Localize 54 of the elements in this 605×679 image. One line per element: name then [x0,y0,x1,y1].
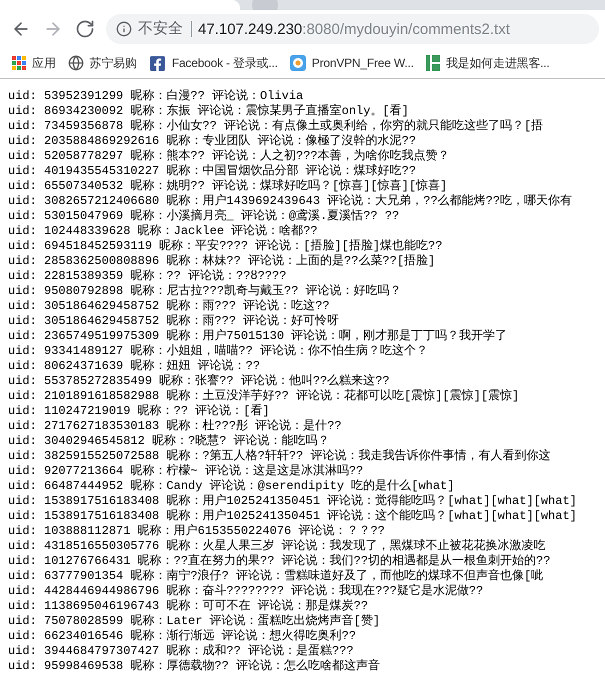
comment-line: uid: 2035884869292616 昵称：专业团队 评论说：像極了沒幹的水泥?? [8,134,418,148]
comment-line: uid: 1538917516183408 昵称：用户1025241350451 评论说：这个能吃吗？[what][what][what] [8,509,578,524]
bookmark[interactable]: PronVPN_Free W... [290,55,414,71]
comment-line: uid: 2365749519975309 昵称：用户75015130 评论说：啊，刚才那是丁丁吗？我开学了 [8,329,508,344]
comment-line: uid: 53015047969 昵称：小溪摘月亮_ 评论说：@鸢溪.夏溪恬?? ?? [8,209,400,224]
comment-line: uid: 92077213664 昵称：柠檬~ 评论说：这是这是冰淇淋吗?? [8,464,364,479]
comment-line: uid: 101276766431 昵称：??直在努力的果?? 评论说：我们??切的相遇都是从一根鱼刺开始的?? [8,554,552,568]
bookmark[interactable]: Facebook - 登录或... [148,54,278,72]
comment-line: uid: 553785272835499 昵称：张謇?? 评论说：他叫??么糕来这?? [8,374,391,389]
comment-line: uid: 102448339628 昵称：Jacklee 评论说：啥都?? [8,224,319,239]
comment-line: uid: 694518452593119 昵称：平安???? 评论说：[捂脸][捂脸]煤也能吃?? [8,239,444,254]
comment-line: uid: 30402946545812 昵称：?晓慧? 评论说：能吃吗？ [8,434,331,449]
bookmark[interactable]: 应用 [12,54,56,72]
comment-line: uid: 75078028599 昵称：Later 评论说：蛋糕吃出烧烤声音[赞] [8,614,382,629]
comment-line: uid: 53952391299 昵称：白漫?? 评论说：Olivia [8,89,304,104]
address-bar[interactable]: 不安全 47.107.249.230:8080/mydouyin/comments2.txt [106,14,599,44]
bookmark[interactable]: 苏宁易购 [68,54,137,72]
comment-line: uid: 3944684797307427 昵称：成和?? 评论说：是蛋糕??? [8,644,355,659]
comment-line: uid: 110247219019 昵称：?? 评论说：[看] [8,404,271,419]
comment-line: uid: 63777901354 昵称：南宁?浪仔? 评论说：雪糕味道好及了，而他吃的煤球不但声音也像[呲 [8,569,544,584]
document-icon [426,55,440,71]
comment-line: uid: 4428446944986796 昵称：奋斗???????? 评论说：我现在???疑它是水泥做?? [8,584,484,599]
comment-line: uid: 3051864629458752 昵称：雨??? 评论说：吃这?? [8,299,331,314]
comment-line: uid: 22815389359 昵称：?? 评论说：??ȣ???? [8,269,288,284]
comment-line: uid: 2858362500808896 昵称：林妹?? 评论说：上面的是??么菜??[捂脸] [8,254,436,269]
comment-line: uid: 103888112871 昵称：用户6153550224076 评论说：？？?? [8,524,386,539]
globe-icon [68,55,84,71]
comment-line: uid: 73459356878 昵称：小仙女?? 评论说：有点像土或奥利给，你穷的就只能吃这些了吗？[捂 [8,119,544,134]
apps-grid-icon [12,56,26,70]
comment-line: uid: 86934230092 昵称：东振 评论说：震惊某男子直播室only。[看] [8,104,410,119]
reload-icon [75,19,95,39]
comment-line: uid: 1538917516183408 昵称：用户1025241350451 评论说：觉得能吃吗？[what][what][what] [8,494,578,509]
comment-line: uid: 3082657212406680 昵称：用户1439692439643 评论说：大兄弟，??么都能烤??吃，哪天你有 [8,194,574,208]
security-label: 不安全 [138,21,192,37]
comment-line: uid: 52058778297 昵称：熊本?? 评论说：人之初???本善，为啥你吃我点赞？ [8,149,451,164]
comment-line: uid: 4318516550305776 昵称：火星人果三岁 评论说：我发现了，黑煤球不止被花花换冰激凌吃 [8,539,547,554]
info-icon [116,21,132,37]
facebook-icon [148,54,166,72]
comment-line: uid: 2101891618582988 昵称：土豆没洋芋好?? 评论说：花都可以吃[震惊][震惊][震惊] [8,389,520,404]
comment-line: uid: 95080792898 昵称：尼古拉???凯奇与戴玉?? 评论说：好吃吗？ [8,284,403,299]
comment-line: uid: 66234016546 昵称：渐行渐远 评论说：想火得吃奥利?? [8,629,358,644]
comment-line: uid: 65507340532 昵称：姚明?? 评论说：煤球好吃吗？[惊喜][惊喜][惊喜] [8,179,448,194]
comment-line: uid: 3051864629458752 昵称：雨??? 评论说：好可怜呀 [8,314,340,329]
comment-line: uid: 4019435545310227 昵称：中国冒烟饮品分部 评论说：煤球好吃?? [8,164,418,179]
comment-line: uid: 80624371639 昵称：妞妞 评论说：?? [8,359,262,374]
comment-line: uid: 2717627183530183 昵称：杜???彤 评论说：是什?? [8,419,343,434]
comment-line: uid: 3825915525072588 昵称：?第五人格?轩轩?? 评论说：我走我告诉你件事情，有人看到你这 [8,449,552,464]
comment-line: uid: 93341489127 昵称：小姐姐，喵喵?? 评论说：你不怕生病？吃这个？ [8,344,430,359]
vpn-icon [290,55,306,71]
comment-line: uid: 95998469538 昵称：厚德载物?? 评论说：怎么吃啥都这声音 [8,659,382,674]
bookmark[interactable]: 我是如何走进黑客... [426,54,550,72]
comment-line: uid: 1138695046196743 昵称：可可不在 评论说：那是煤炭?? [8,599,370,614]
comment-line: uid: 66487444952 昵称：Candy 评论说：@serendipity 吃的是什么[what] [8,479,456,494]
url-text: 47.107.249.230:8080/mydouyin/comments2.txt [198,20,510,38]
